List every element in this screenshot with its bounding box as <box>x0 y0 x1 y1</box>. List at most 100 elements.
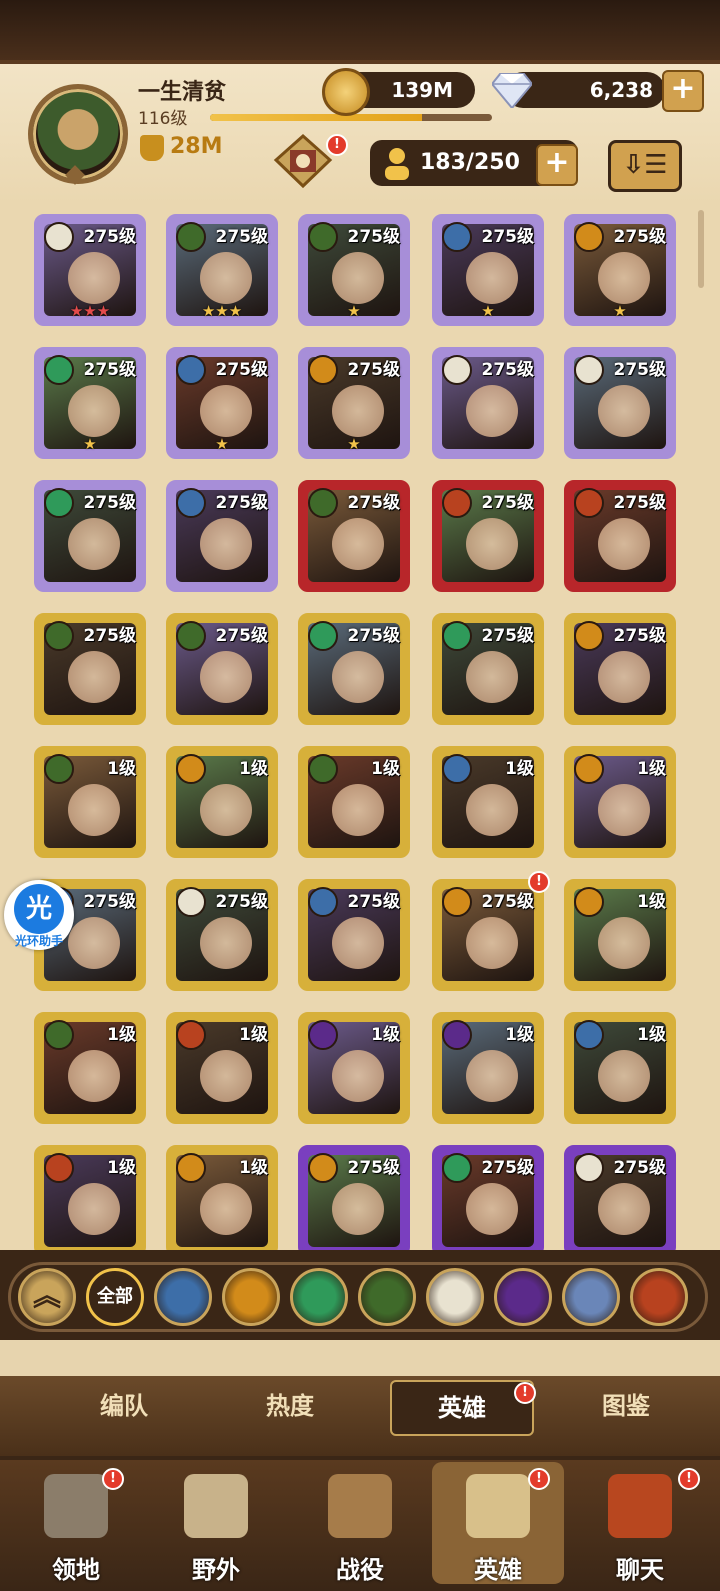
hero-card[interactable]: 275级 ★★★ <box>34 214 146 326</box>
hero-card[interactable]: 275级 <box>166 480 278 592</box>
hero-face <box>332 784 384 836</box>
hero-card[interactable]: 275级 <box>166 613 278 725</box>
expand-slots-button[interactable]: + <box>536 144 578 186</box>
hero-card[interactable]: 275级 <box>564 347 676 459</box>
hero-face <box>68 385 120 437</box>
faction-icon <box>176 1153 206 1183</box>
nav-campaign[interactable]: 战役 <box>294 1462 426 1584</box>
hero-face <box>332 252 384 304</box>
nav-campaign-label: 战役 <box>336 1556 384 1584</box>
hero-level: 1级 <box>107 1158 136 1178</box>
hero-card[interactable]: 275级 <box>432 347 544 459</box>
tab-codex[interactable]: 图鉴 <box>556 1380 696 1432</box>
hero-level: 275级 <box>347 360 401 380</box>
faction-icon <box>442 754 472 784</box>
faction-icon <box>442 621 472 651</box>
grid-scrollbar[interactable] <box>698 210 704 288</box>
tab-heroes-badge: ! <box>514 1382 536 1404</box>
filter-dimensional-button[interactable] <box>630 1268 688 1326</box>
hero-card[interactable]: 275级 <box>298 879 410 991</box>
hero-level: 1级 <box>371 1025 400 1045</box>
hero-card[interactable]: 275级 <box>34 613 146 725</box>
hero-card[interactable]: 275级 <box>432 480 544 592</box>
hero-face <box>200 651 252 703</box>
hero-card[interactable]: 275级 <box>298 613 410 725</box>
hero-level: 1级 <box>371 759 400 779</box>
hero-face <box>68 518 120 570</box>
hero-face <box>598 385 650 437</box>
faction-icon <box>442 887 472 917</box>
hero-level: 1级 <box>637 892 666 912</box>
star-rating: ★ <box>83 435 97 453</box>
hero-face <box>466 917 518 969</box>
hero-face <box>466 385 518 437</box>
hero-card[interactable]: 1级 <box>432 746 544 858</box>
hero-level: 275级 <box>481 892 535 912</box>
hero-card[interactable]: 275级 <box>298 480 410 592</box>
star-rating: ★ <box>481 302 495 320</box>
filter-graveborn-button[interactable] <box>358 1268 416 1326</box>
hero-card[interactable]: 275级 <box>298 1145 410 1250</box>
hero-card[interactable]: 1级 <box>166 1145 278 1250</box>
filter-lightbearer-button[interactable] <box>154 1268 212 1326</box>
tab-popularity[interactable]: 热度 <box>220 1380 360 1432</box>
tab-heroes[interactable]: 英雄 <box>390 1380 534 1436</box>
hero-card[interactable]: 1级 <box>166 746 278 858</box>
hero-card[interactable]: 275级 ★ <box>298 347 410 459</box>
hero-card[interactable]: 1级 <box>564 879 676 991</box>
nav-chat-label: 聊天 <box>616 1556 664 1584</box>
person-icon <box>385 148 409 180</box>
faction-icon <box>176 754 206 784</box>
sort-button[interactable]: ⇩☰ <box>608 140 682 192</box>
nav-wild[interactable]: 野外 <box>150 1462 282 1584</box>
filter-celestial-button[interactable] <box>426 1268 484 1326</box>
filter-dimensional-blue-button[interactable] <box>562 1268 620 1326</box>
filter-all-button[interactable]: 全部 <box>86 1268 144 1326</box>
hero-card[interactable]: 275级 <box>564 613 676 725</box>
hero-card[interactable]: 275级 ★ <box>34 347 146 459</box>
hero-card[interactable]: 1级 <box>34 746 146 858</box>
hero-level: 1级 <box>107 759 136 779</box>
faction-icon <box>44 488 74 518</box>
hero-card[interactable]: 275级 <box>166 879 278 991</box>
hero-card[interactable]: 1级 <box>564 746 676 858</box>
faction-icon <box>442 222 472 252</box>
hero-level: 275级 <box>83 227 137 247</box>
hero-card[interactable]: 1级 <box>298 746 410 858</box>
tab-formation[interactable]: 编队 <box>54 1380 194 1432</box>
hero-card[interactable]: 275级 ★ <box>564 214 676 326</box>
hero-card[interactable]: 275级 <box>34 480 146 592</box>
add-gems-button[interactable]: + <box>662 70 704 112</box>
hero-card[interactable]: 1级 <box>298 1012 410 1124</box>
hero-card[interactable]: 1级 <box>166 1012 278 1124</box>
hero-card[interactable]: 1级 <box>432 1012 544 1124</box>
faction-icon <box>574 222 604 252</box>
hero-card[interactable]: 275级 ★★★ <box>166 214 278 326</box>
filter-hypogean-button[interactable] <box>494 1268 552 1326</box>
filter-mauler-button[interactable] <box>222 1268 280 1326</box>
faction-icon <box>574 887 604 917</box>
hero-card[interactable]: 275级 ★ <box>166 347 278 459</box>
hero-card[interactable]: 275级 <box>432 613 544 725</box>
faction-icon <box>574 1153 604 1183</box>
hero-face <box>466 784 518 836</box>
hero-resonance-icon[interactable] <box>272 132 334 190</box>
hero-card[interactable]: 1级 <box>34 1145 146 1250</box>
filter-collapse-button[interactable]: ︽ <box>18 1268 76 1326</box>
hero-card[interactable]: 275级 <box>564 480 676 592</box>
assistant-icon[interactable]: 光 <box>14 884 64 934</box>
hero-card[interactable]: 275级 ★ <box>298 214 410 326</box>
filter-wilder-button[interactable] <box>290 1268 348 1326</box>
hero-card[interactable]: 275级 <box>432 1145 544 1250</box>
faction-icon <box>308 1020 338 1050</box>
hero-level: 275级 <box>613 493 667 513</box>
faction-icon <box>176 488 206 518</box>
hero-card[interactable]: 1级 <box>34 1012 146 1124</box>
hero-card[interactable]: 275级 <box>432 879 544 991</box>
hero-card[interactable]: 275级 <box>564 1145 676 1250</box>
hero-face <box>200 1050 252 1102</box>
hero-level: 1级 <box>505 1025 534 1045</box>
hero-face <box>68 1050 120 1102</box>
hero-card[interactable]: 1级 <box>564 1012 676 1124</box>
hero-card[interactable]: 275级 ★ <box>432 214 544 326</box>
